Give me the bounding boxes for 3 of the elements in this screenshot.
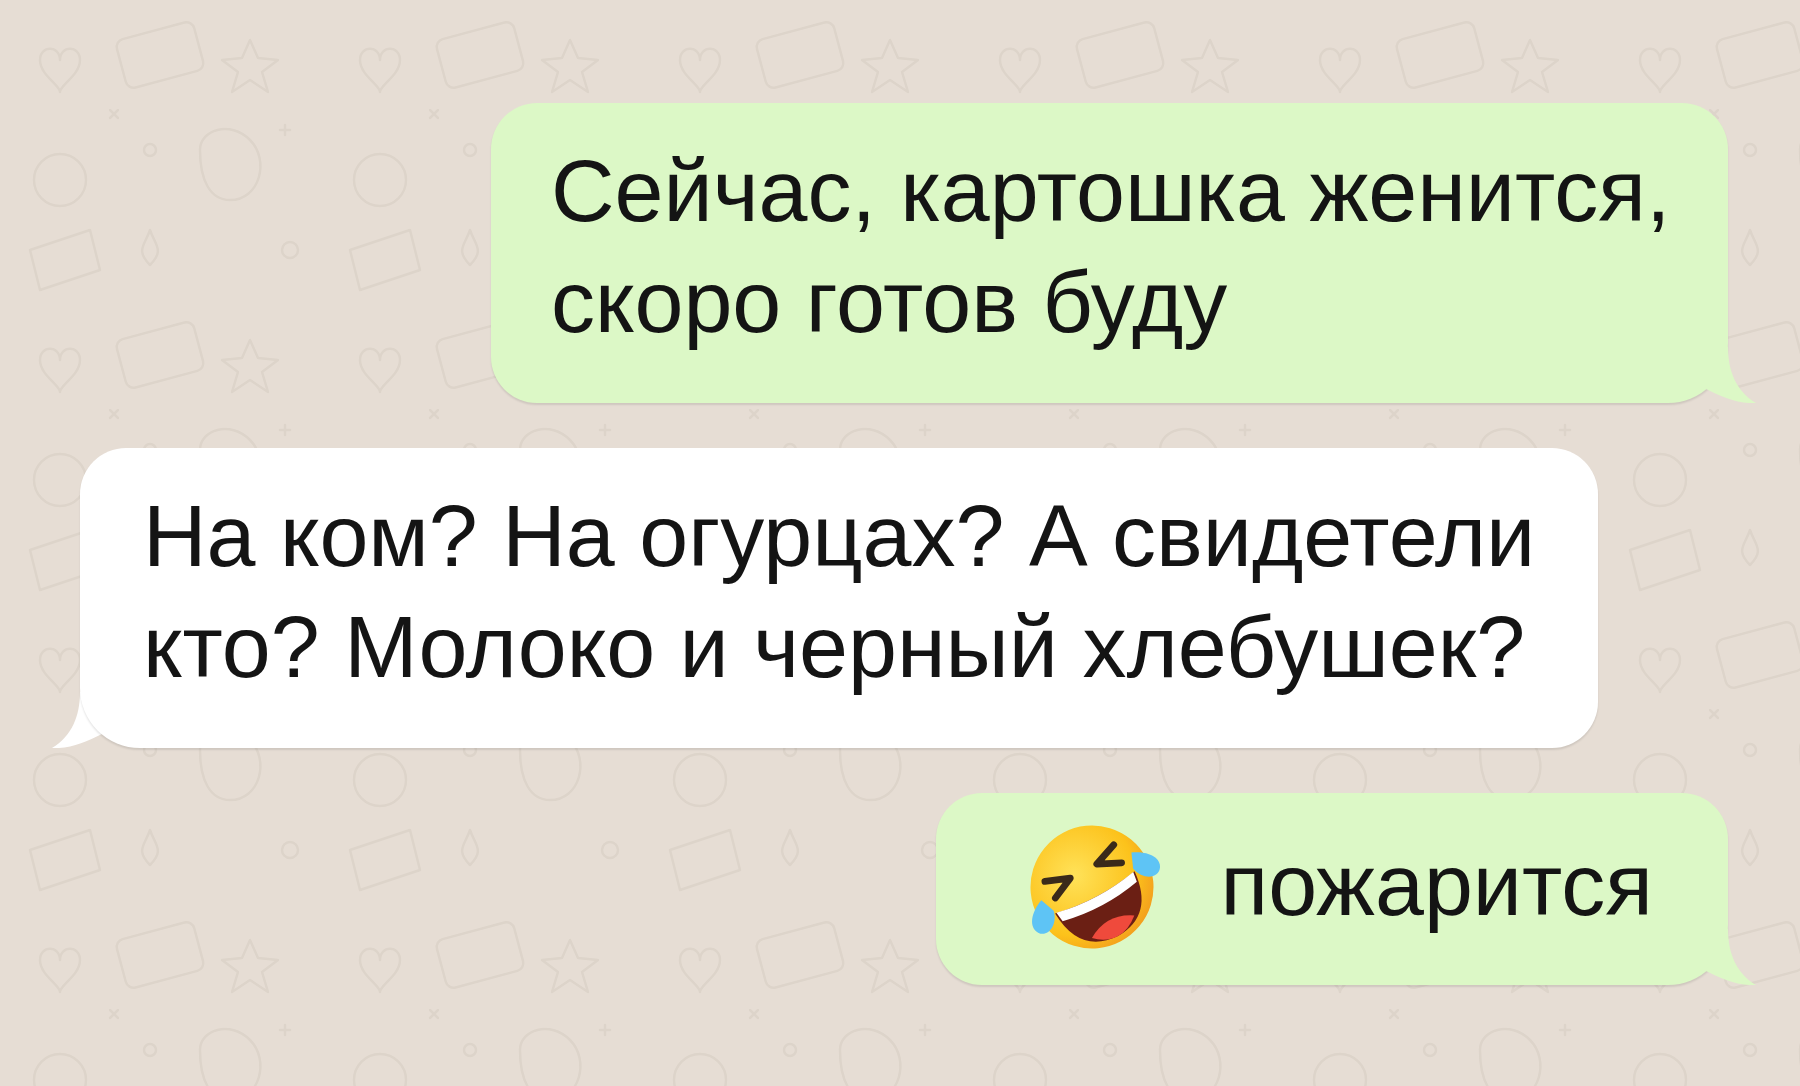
- message-text: Сейчас, картошка женится, скоро готов буду: [551, 140, 1672, 353]
- message-text: На ком? На огурцах? А свидетели кто? Молоко и черный хлебушек?: [143, 485, 1537, 698]
- message-text: пожарится: [1220, 833, 1653, 936]
